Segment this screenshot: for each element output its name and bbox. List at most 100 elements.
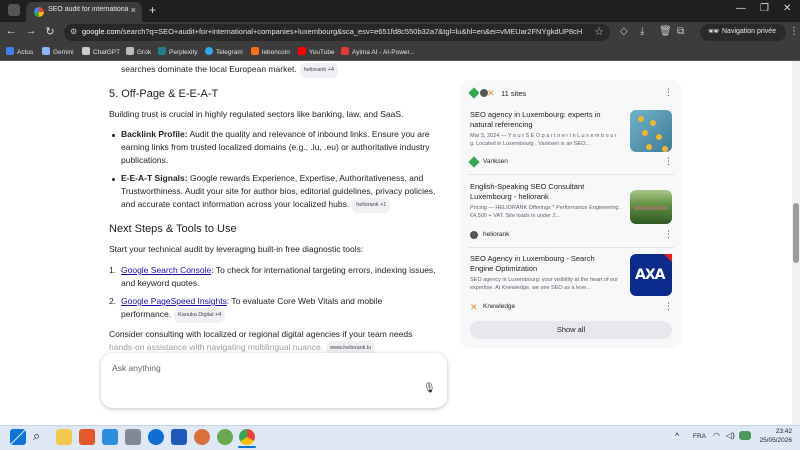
file-explorer-icon[interactable] (56, 429, 72, 445)
volume-icon[interactable]: ◁) (726, 431, 735, 440)
bullet-item: E-E-A-T Signals: Google rewards Experien… (121, 173, 424, 183)
url-domain: google.com (82, 27, 121, 36)
trash-icon[interactable]: 🗑 (659, 26, 672, 37)
text-line: searches dominate the local European mar… (121, 63, 338, 78)
app-icon[interactable] (194, 429, 210, 445)
card-snippet: SEO agency in Luxembourg: your visibilit… (470, 277, 618, 291)
card-title[interactable]: SEO Agency in Luxembourg - Search Engine… (470, 254, 620, 274)
incognito-label: Navigation privée (722, 28, 777, 35)
section-heading: Next Steps & Tools to Use (109, 223, 237, 235)
vanksen-logo-icon (468, 87, 480, 99)
bookmark-star-icon[interactable]: ☆ (594, 25, 604, 38)
source-chip[interactable]: heliorank +1 (352, 198, 391, 213)
translate-icon[interactable]: ⧉ (677, 26, 684, 37)
back-icon[interactable]: ← (4, 25, 18, 37)
ask-input[interactable]: Ask anything (112, 363, 161, 373)
active-app-indicator (238, 446, 256, 448)
scrollbar-thumb[interactable] (793, 203, 799, 263)
list-item-line: and keyword quotes. (121, 278, 200, 288)
source-chip[interactable]: heliorank +4 (299, 63, 338, 78)
ask-input-box[interactable]: Ask anything 🎙 (101, 353, 447, 408)
card-menu-icon[interactable]: ⋮ (664, 156, 673, 167)
bookmark-telegram[interactable]: Telegram (205, 47, 243, 56)
card-source[interactable]: heliorank (483, 231, 509, 238)
bookmark-youtube[interactable]: YouTube (298, 47, 335, 56)
knewledge-favicon-icon: ✕ (470, 302, 478, 312)
vscode-icon[interactable] (102, 429, 118, 445)
bookmark-grok[interactable]: Grok (126, 47, 151, 56)
bookmark-gemini[interactable]: Gemini (42, 47, 74, 56)
card-menu-icon[interactable]: ⋮ (664, 229, 673, 240)
browser-tab[interactable]: SEO audit for international con × (26, 2, 142, 22)
microphone-icon[interactable]: 🎙 (423, 383, 436, 394)
bookmark-actus[interactable]: Actus (6, 47, 33, 56)
list-item: Google PageSpeed Insights: To evaluate C… (121, 296, 383, 306)
vanksen-favicon-icon (468, 156, 480, 168)
bullet-dot (112, 178, 115, 181)
forward-icon[interactable]: → (24, 25, 38, 37)
google-search-console-link[interactable]: Google Search Console (121, 265, 211, 275)
bookmark-ayima[interactable]: Ayima AI - AI-Power... (341, 47, 415, 56)
language-indicator[interactable]: FRA (693, 433, 706, 440)
pagespeed-insights-link[interactable]: Google PageSpeed Insights (121, 296, 227, 306)
outlook-icon[interactable] (171, 429, 187, 445)
bullet-item-line: Trustworthiness. Audit your site for aut… (121, 186, 436, 196)
list-item: Google Search Console: To check for inte… (121, 265, 436, 275)
card-thumbnail[interactable]: AXA (630, 254, 672, 296)
google-favicon-icon (34, 7, 44, 17)
chevron-up-icon[interactable]: ^ (675, 431, 679, 441)
chrome-icon[interactable] (239, 429, 255, 445)
heliorank-favicon-icon (470, 231, 478, 239)
incognito-badge[interactable]: 🕶 Navigation privée (700, 24, 786, 41)
reload-icon[interactable]: ↻ (43, 25, 57, 38)
clock-date[interactable]: 25/05/2026 (755, 437, 792, 444)
tab-title: SEO audit for international con (48, 6, 128, 13)
minimize-icon[interactable]: — (736, 3, 746, 14)
extension-icon[interactable]: ◇ (620, 26, 628, 37)
menu-kebab-icon[interactable]: ⋮ (789, 26, 799, 37)
card-snippet: Mar 5, 2024 — Y o u r S E O p a r t n e … (470, 133, 617, 147)
new-tab-icon[interactable]: + (149, 3, 156, 17)
sites-count[interactable]: 11 sites (501, 89, 526, 98)
card-thumbnail[interactable] (630, 190, 672, 224)
show-all-button[interactable]: Show all (470, 321, 672, 339)
list-number: 2. (109, 296, 117, 306)
card-thumbnail[interactable] (630, 110, 672, 152)
close-tab-icon[interactable]: × (131, 5, 136, 15)
search-icon[interactable]: ⌕ (33, 428, 40, 444)
close-window-icon[interactable]: ✕ (783, 3, 791, 14)
windows-start-icon[interactable] (10, 429, 26, 445)
panel-menu-icon[interactable]: ⋮ (664, 87, 673, 98)
tab-search-icon[interactable] (8, 4, 20, 16)
wifi-icon[interactable]: ◠ (713, 431, 720, 440)
app-tray-icon[interactable] (739, 431, 751, 440)
bullet-item-line: earning links from trusted localized dom… (121, 142, 430, 152)
section-heading: 5. Off-Page & E-E-A-T (109, 88, 219, 100)
download-icon[interactable]: ⤓ (640, 26, 644, 37)
bookmark-leboncoin[interactable]: leboncoin (251, 47, 290, 56)
source-chip[interactable]: Kanuka Digital +4 (174, 308, 226, 323)
card-snippet: Pricing — HELIORANK Offerings * Performa… (470, 205, 620, 219)
paragraph: Building trust is crucial in highly regu… (109, 109, 404, 119)
app-icon[interactable] (148, 429, 164, 445)
bookmark-chatgpt[interactable]: ChatGPT (82, 47, 120, 56)
clock-time[interactable]: 23:42 (760, 428, 792, 435)
list-item-line: performance. Kanuka Digital +4 (121, 308, 226, 323)
card-source[interactable]: Knewledge (483, 303, 515, 310)
card-title[interactable]: SEO agency in Luxembourg: experts in nat… (470, 110, 620, 130)
bullet-item-line: and accurate contact information across … (121, 198, 461, 213)
card-source[interactable]: Vanksen (483, 158, 508, 165)
bullet-item: Backlink Profile: Audit the quality and … (121, 129, 430, 139)
card-menu-icon[interactable]: ⋮ (664, 301, 673, 312)
windows-taskbar (0, 425, 800, 450)
address-bar[interactable]: ⚙ google.com/search?q=SEO+audit+for+inte… (64, 24, 610, 41)
bookmark-perplexity[interactable]: Perplexity (158, 47, 198, 56)
card-title[interactable]: English-Speaking SEO Consultant Luxembou… (470, 182, 620, 202)
maximize-icon[interactable]: ❐ (760, 3, 769, 14)
brave-browser-icon[interactable] (79, 429, 95, 445)
knewledge-logo-icon: ✕ (487, 88, 495, 98)
paragraph: Start your technical audit by leveraging… (109, 244, 364, 254)
site-info-icon[interactable]: ⚙ (70, 27, 77, 36)
app-icon[interactable] (217, 429, 233, 445)
app-icon[interactable] (125, 429, 141, 445)
